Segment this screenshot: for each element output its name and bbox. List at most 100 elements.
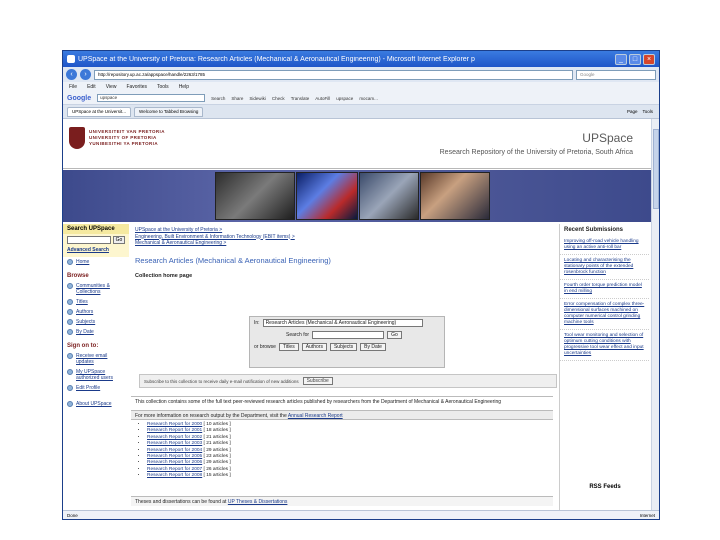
nav-subjects[interactable]: Subjects — [63, 317, 129, 327]
nav-authors[interactable]: Authors — [63, 307, 129, 317]
site-title: UPSpace — [582, 131, 633, 145]
scrollbar-thumb[interactable] — [653, 129, 659, 209]
recent-item[interactable]: Fourth order torque prediction model in … — [560, 280, 649, 299]
site-search-input[interactable] — [67, 236, 111, 244]
collection-search-input[interactable] — [312, 331, 385, 339]
browse-titles-button[interactable]: Titles — [278, 343, 299, 351]
nav-edit-profile[interactable]: Edit Profile — [63, 383, 129, 393]
back-icon[interactable]: ‹ — [66, 69, 77, 80]
window-title: UPSpace at the University of Pretoria: R… — [78, 55, 475, 63]
page-menu[interactable]: Page — [627, 109, 638, 114]
security-zone: Internet — [639, 512, 655, 518]
banner-photo-engineer — [359, 172, 419, 220]
browse-by-date-button[interactable]: By Date — [360, 343, 386, 351]
menu-view[interactable]: View — [106, 84, 117, 90]
site-subtitle: Research Repository of the University of… — [439, 149, 633, 156]
nav-communities[interactable]: Communities & Collections — [63, 281, 129, 297]
ie-icon — [67, 55, 75, 63]
toolbar-sidewiki-button[interactable]: Sidewiki — [249, 96, 266, 101]
title-bar: UPSpace at the University of Pretoria: R… — [63, 51, 659, 67]
nav-about[interactable]: About UPSpace — [63, 399, 129, 409]
maximize-button[interactable]: □ — [629, 53, 641, 65]
recent-item[interactable]: Locating and characterising the stationa… — [560, 255, 649, 280]
recent-submissions-panel: Recent Submissions Improving off-road ve… — [559, 224, 649, 511]
bullet-icon — [67, 369, 73, 375]
annual-report-link[interactable]: Annual Research Report — [288, 413, 343, 419]
google-search-input[interactable]: upspace — [97, 94, 206, 102]
scope-select[interactable]: Research Articles (Mechanical & Aeronaut… — [262, 319, 423, 327]
site-search-go-button[interactable]: Go — [113, 236, 125, 244]
breadcrumb-mech[interactable]: Mechanical & Aeronautical Engineering > — [135, 240, 551, 247]
more-info-bar: For more information on research output … — [131, 410, 553, 420]
tab-bar: UPSpace at the Universit... Welcome to T… — [63, 105, 659, 119]
address-bar: ‹ › http://repository.up.ac.za/appspace/… — [63, 67, 659, 82]
tab-upspace[interactable]: UPSpace at the Universit... — [67, 106, 132, 117]
theses-link[interactable]: UP Theses & Dissertations — [228, 499, 288, 505]
bullet-icon — [67, 329, 73, 335]
page-viewport: UNIVERSITEIT VAN PRETORIA UNIVERSITY OF … — [63, 119, 659, 511]
university-crest-icon — [69, 127, 85, 149]
list-item: Research Report for 2008 [ 15 articles ] — [147, 473, 547, 479]
subscribe-bar: Subscribe to this collection to receive … — [139, 374, 557, 388]
vertical-scrollbar[interactable] — [651, 119, 659, 511]
menu-file[interactable]: File — [69, 84, 77, 90]
recent-item[interactable]: Error compensation of complex three-dime… — [560, 299, 649, 330]
menu-favorites[interactable]: Favorites — [126, 84, 147, 90]
nav-titles[interactable]: Titles — [63, 297, 129, 307]
collection-search-go-button[interactable]: Go — [387, 331, 402, 339]
toolbar-share-button[interactable]: Share — [231, 96, 243, 101]
tools-menu[interactable]: Tools — [642, 109, 653, 114]
site-header: UNIVERSITEIT VAN PRETORIA UNIVERSITY OF … — [63, 119, 651, 169]
toolbar-translate-button[interactable]: Translate — [291, 96, 310, 101]
google-logo: Google — [67, 94, 92, 102]
collection-home-heading: Collection home page — [135, 272, 193, 279]
collection-search-box: In: Research Articles (Mechanical & Aero… — [249, 316, 445, 368]
toolbar-user-button[interactable]: mocam... — [359, 96, 378, 101]
bullet-icon — [67, 353, 73, 359]
browse-authors-button[interactable]: Authors — [301, 343, 327, 351]
bullet-icon — [67, 385, 73, 391]
subscribe-text: Subscribe to this collection to receive … — [144, 378, 299, 384]
recent-item[interactable]: Tool wear monitoring and selection of op… — [560, 330, 649, 361]
nav-email-updates[interactable]: Receive email updates — [63, 351, 129, 367]
search-field[interactable]: Google — [576, 69, 656, 80]
theses-bar: Theses and dissertations can be found at… — [131, 496, 553, 506]
bullet-icon — [67, 283, 73, 289]
collection-description: This collection contains some of the ful… — [131, 396, 553, 407]
breadcrumb: UPSpace at the University of Pretoria > … — [131, 224, 555, 250]
bullet-icon — [67, 319, 73, 325]
nav-home[interactable]: Home — [63, 257, 129, 267]
recent-item[interactable]: Improving off-road vehicle handling usin… — [560, 236, 649, 255]
toolbar-search-button[interactable]: Search — [211, 96, 225, 101]
advanced-search-link[interactable]: Advanced Search — [63, 246, 129, 257]
bullet-icon — [67, 259, 73, 265]
scope-label: In: — [254, 320, 260, 326]
browse-subjects-button[interactable]: Subjects — [329, 343, 358, 351]
nav-my-upspace[interactable]: My UPSpace authorized users — [63, 367, 129, 383]
subscribe-button[interactable]: Subscribe — [302, 377, 333, 385]
menu-help[interactable]: Help — [179, 84, 189, 90]
browse-heading: Browse — [67, 273, 89, 279]
page-title: Research Articles (Mechanical & Aeronaut… — [135, 255, 331, 265]
menu-edit[interactable]: Edit — [87, 84, 96, 90]
rss-feeds-heading: RSS Feeds — [589, 484, 621, 490]
signon-heading: Sign on to: — [67, 343, 99, 349]
status-bar: Done Internet — [63, 510, 659, 519]
toolbar-autofill-button[interactable]: AutoFill — [315, 96, 330, 101]
forward-icon[interactable]: › — [80, 69, 91, 80]
toolbar-upspace-button[interactable]: upspace — [336, 96, 353, 101]
toolbar-check-button[interactable]: Check — [272, 96, 285, 101]
google-toolbar: Google upspace Search Share Sidewiki Che… — [63, 92, 659, 105]
bullet-icon — [67, 309, 73, 315]
banner-photo-keyboard — [215, 172, 295, 220]
left-navigation: Search UPSpace Go Advanced Search Home B… — [63, 224, 129, 511]
menu-bar: File Edit View Favorites Tools Help — [63, 82, 659, 92]
url-field[interactable]: http://repository.up.ac.za/appspace/hand… — [94, 69, 573, 80]
tab-welcome[interactable]: Welcome to Tabbed Browsing — [134, 106, 204, 117]
nav-by-date[interactable]: By Date — [63, 327, 129, 337]
minimize-button[interactable]: _ — [615, 53, 627, 65]
main-content: UPSpace at the University of Pretoria > … — [131, 224, 557, 511]
close-button[interactable]: × — [643, 53, 655, 65]
menu-tools[interactable]: Tools — [157, 84, 169, 90]
university-name: UNIVERSITEIT VAN PRETORIA UNIVERSITY OF … — [89, 129, 165, 146]
